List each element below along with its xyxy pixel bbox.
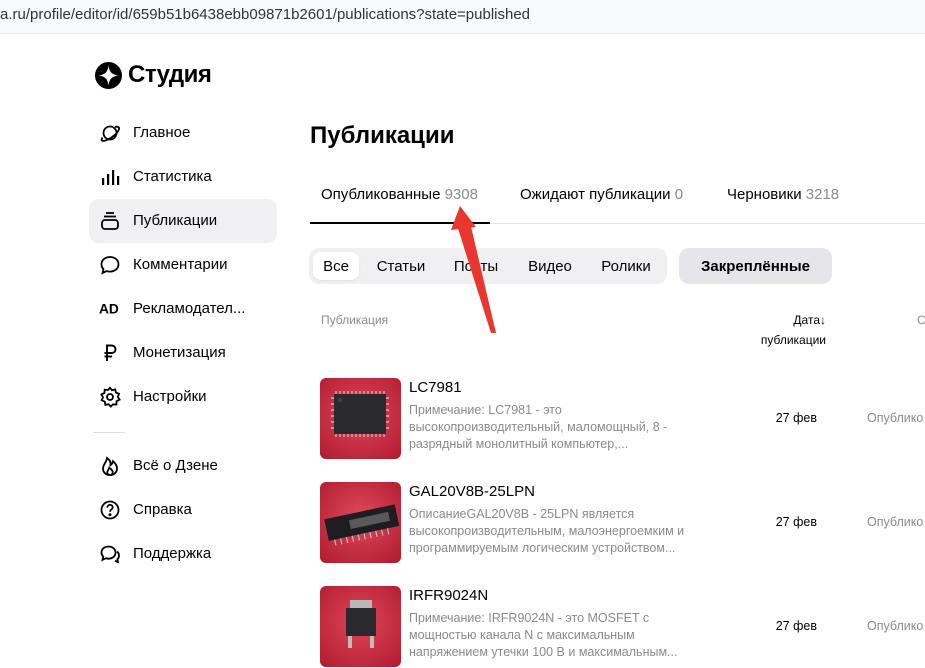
column-header-date-sort[interactable]: Дата↓ публикации: [730, 310, 826, 350]
active-tab-indicator: [310, 222, 490, 224]
column-header-date-line1: Дата↓: [793, 313, 826, 327]
ruble-icon: [99, 342, 121, 364]
publication-description: Примечание: LC7981 - это высокопроизводи…: [409, 403, 668, 451]
tab-label: Ожидают публикации: [520, 186, 671, 203]
tab-count: 0: [674, 186, 684, 203]
bar-chart-icon: [99, 166, 121, 188]
publication-thumbnail: [320, 482, 401, 563]
tab-label: Черновики: [727, 186, 802, 203]
sidebar-item-statistics[interactable]: Статистика: [89, 155, 277, 199]
sidebar-item-label: Поддержка: [133, 545, 212, 562]
publication-title[interactable]: IRFR9024N: [409, 587, 488, 604]
svg-text:AD: AD: [99, 302, 119, 317]
sidebar-item-main[interactable]: Главное: [89, 111, 277, 155]
sidebar-item-label: Настройки: [133, 388, 207, 405]
gear-icon: [99, 386, 121, 408]
column-header-date-line2: публикации: [760, 333, 826, 347]
studio-logo[interactable]: Студия: [95, 61, 212, 89]
flame-icon: [99, 455, 121, 477]
sidebar-item-label: Статистика: [133, 168, 212, 185]
tab-count: 3218: [805, 186, 840, 203]
sidebar-divider: [93, 432, 125, 433]
sidebar-item-label: Комментарии: [133, 256, 228, 273]
publication-status: Опублико: [867, 411, 924, 425]
tab-drafts[interactable]: Черновики 3218: [727, 186, 839, 203]
table-row[interactable]: LC7981 Примечание: LC7981 - это высокопр…: [320, 378, 925, 460]
table-row[interactable]: GAL20V8B-25LPN ОписаниеGAL20V8B - 25LPN …: [320, 482, 925, 564]
publication-thumbnail: [320, 378, 401, 459]
publication-date: 27 фев: [775, 619, 817, 633]
sidebar-item-help[interactable]: Справка: [89, 488, 277, 532]
sidebar-item-label: Главное: [133, 124, 191, 141]
column-header-publication: Публикация: [321, 313, 389, 327]
publication-title[interactable]: LC7981: [409, 379, 462, 396]
tab-label: Опубликованные: [321, 186, 441, 203]
sidebar-item-label: Всё о Дзене: [133, 457, 218, 474]
sidebar-item-label: Справка: [133, 501, 192, 518]
sidebar-item-label: Монетизация: [133, 344, 226, 361]
filter-posts[interactable]: Посты: [446, 252, 506, 280]
zen-logo-icon: [95, 61, 122, 89]
publication-title[interactable]: GAL20V8B-25LPN: [409, 483, 535, 500]
publication-status: Опублико: [867, 515, 924, 529]
filter-all[interactable]: Все: [313, 252, 359, 280]
address-url[interactable]: a.ru/profile/editor/id/659b51b6438ebb098…: [0, 6, 530, 23]
filter-articles[interactable]: Статьи: [370, 252, 432, 280]
publication-description: Примечание: IRFR9024N - это MOSFET с мощ…: [409, 611, 678, 659]
page-title: Публикации: [310, 122, 455, 149]
publication-date: 27 фев: [775, 411, 817, 425]
sidebar-item-publications[interactable]: Публикации: [89, 199, 277, 243]
sidebar-item-about-zen[interactable]: Всё о Дзене: [89, 444, 277, 488]
filter-shorts[interactable]: Ролики: [593, 252, 659, 280]
sidebar-item-support[interactable]: Поддержка: [89, 532, 277, 576]
filter-videos[interactable]: Видео: [519, 252, 581, 280]
sidebar-item-comments[interactable]: Комментарии: [89, 243, 277, 287]
publications-icon: [99, 210, 121, 232]
column-header-status: С: [917, 313, 925, 327]
pinned-filter-button[interactable]: Закреплённые: [679, 248, 832, 284]
sidebar-item-label: Рекламодател...: [133, 300, 246, 317]
browser-address-bar[interactable]: a.ru/profile/editor/id/659b51b6438ebb098…: [0, 0, 925, 34]
sidebar-item-advertisers[interactable]: AD Рекламодател...: [89, 287, 277, 331]
sidebar-item-monetization[interactable]: Монетизация: [89, 331, 277, 375]
publication-status: Опублико: [867, 619, 924, 633]
sidebar-item-label: Публикации: [133, 212, 218, 229]
table-row[interactable]: IRFR9024N Примечание: IRFR9024N - это MO…: [320, 586, 925, 668]
publication-thumbnail: [320, 586, 401, 667]
sidebar-item-settings[interactable]: Настройки: [89, 375, 277, 419]
comment-icon: [99, 254, 121, 276]
planet-icon: [99, 122, 121, 144]
ad-icon: AD: [99, 298, 121, 320]
help-icon: [99, 499, 121, 521]
support-chat-icon: [99, 543, 121, 565]
publication-description: ОписаниеGAL20V8B - 25LPN является высоко…: [409, 507, 685, 555]
tab-scheduled[interactable]: Ожидают публикации 0: [520, 186, 683, 203]
tab-published[interactable]: Опубликованные 9308: [321, 186, 478, 203]
brand-name: Студия: [128, 61, 212, 88]
tab-count: 9308: [444, 186, 478, 203]
publication-date: 27 фев: [775, 515, 817, 529]
